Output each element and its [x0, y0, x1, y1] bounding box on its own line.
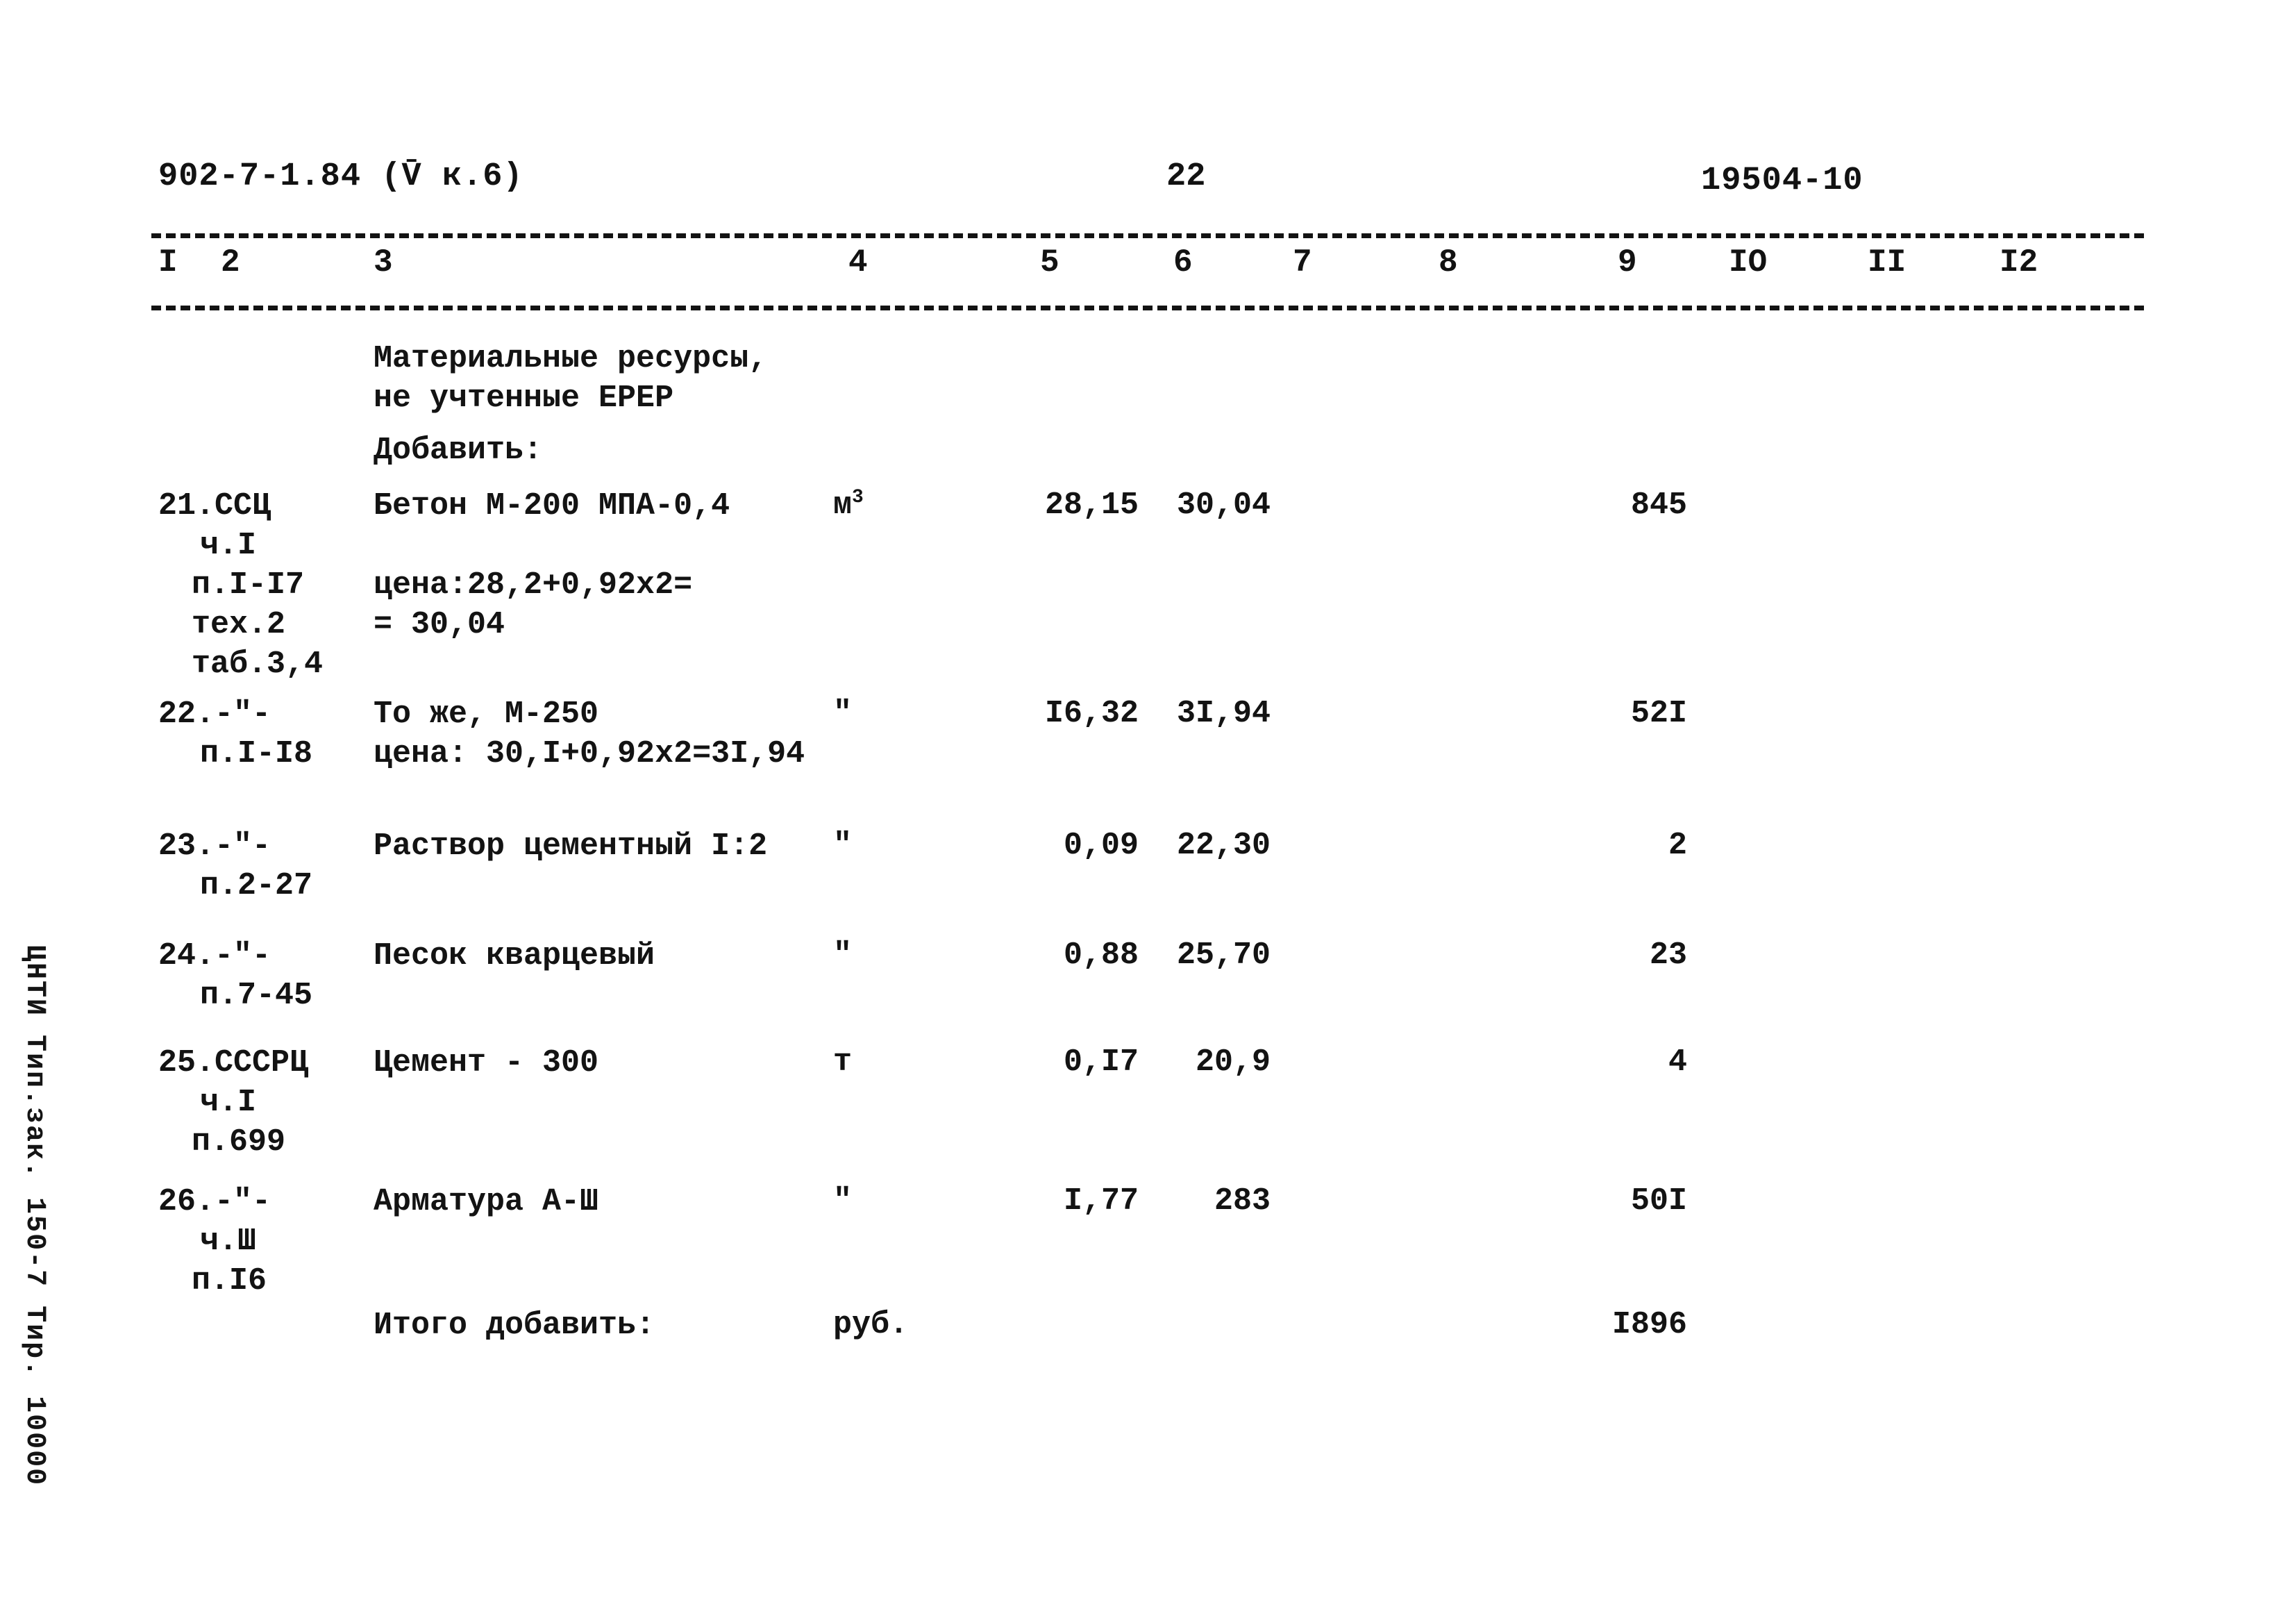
section-title-line: Материальные ресурсы, — [374, 341, 768, 376]
row-code-25-line: п.699 — [192, 1124, 286, 1160]
row-description-22-line: цена: 30,I+0,92х2=3I,94 — [374, 736, 805, 772]
row-code-26-line: 26.-"- — [158, 1184, 271, 1219]
row-description-25-line: Цемент - 300 — [374, 1045, 599, 1081]
section-subtitle: Добавить: — [374, 431, 542, 470]
row-code-26-line: п.I6 — [192, 1263, 267, 1299]
row-description-21: Бетон М-200 МПА-0,4 цена:28,2+0,92х2= = 3… — [374, 486, 730, 644]
row-code-24-line: п.7-45 — [200, 978, 313, 1013]
row-description-25: Цемент - 300 — [374, 1043, 598, 1083]
row-code-25-line: 25.СССРЦ — [158, 1045, 309, 1081]
row-description-26-line: Арматура А-Ш — [374, 1184, 599, 1219]
row-code-25-line: ч.I — [200, 1085, 257, 1120]
row-code-21: 21.ССЦ ч.I п.I-I7 тех.2 таб.3,4 — [158, 486, 323, 684]
section-title-line: не учтенные ЕРЕР — [374, 381, 674, 416]
row-unit-price-24: 25,70 — [1176, 938, 1271, 973]
row-description-24-line: Песок кварцевый — [374, 938, 655, 974]
document-page: ЦНТИ Тип.зак. 150-7 Тир. 10000 902-7-1.8… — [0, 0, 2296, 1600]
total-amount: I896 — [1611, 1307, 1687, 1342]
row-code-24: 24.-"- п.7-45 — [158, 936, 312, 1015]
row-unit-price-22: 3I,94 — [1176, 696, 1271, 731]
section-title: Материальные ресурсы, не учтенные ЕРЕР — [374, 339, 767, 418]
row-code-26: 26.-"- ч.Ш п.I6 — [158, 1182, 271, 1301]
row-unit-price-25: 20,9 — [1195, 1044, 1271, 1080]
table-body: Материальные ресурсы, не учтенные ЕРЕР Доб… — [0, 0, 2296, 1600]
row-unit-price-26: 283 — [1214, 1183, 1271, 1219]
row-unit-price-21: 30,04 — [1176, 488, 1271, 523]
row-code-25: 25.СССРЦ ч.I п.699 — [158, 1043, 308, 1162]
row-code-22: 22.-"- п.I-I8 — [158, 694, 312, 774]
row-description-23-line: Раствор цементный I:2 — [374, 828, 768, 864]
row-description-21-line: цена:28,2+0,92х2= — [374, 567, 693, 603]
row-code-21-line: тех.2 — [192, 607, 286, 642]
row-code-26-line: ч.Ш — [200, 1224, 257, 1259]
row-code-21-line: ч.I — [200, 528, 257, 563]
row-code-24-line: 24.-"- — [158, 938, 271, 974]
row-description-26: Арматура А-Ш — [374, 1182, 598, 1222]
row-total-24: 23 — [1649, 938, 1687, 973]
row-code-22-line: п.I-I8 — [200, 736, 313, 772]
row-description-24: Песок кварцевый — [374, 936, 655, 976]
row-description-21-line — [374, 526, 730, 565]
total-label: Итого добавить: — [374, 1306, 655, 1345]
row-total-26: 50I — [1630, 1183, 1687, 1219]
row-code-23-line: 23.-"- — [158, 828, 271, 864]
row-description-23: Раствор цементный I:2 — [374, 826, 767, 866]
row-code-23-line: п.2-27 — [200, 868, 313, 903]
row-total-23: 2 — [1668, 828, 1687, 863]
row-unit-price-23: 22,30 — [1176, 828, 1271, 863]
row-total-21: 845 — [1630, 488, 1687, 523]
row-total-22: 52I — [1630, 696, 1687, 731]
section-subtitle-line: Добавить: — [374, 433, 543, 468]
row-code-22-line: 22.-"- — [158, 697, 271, 732]
row-description-21-line: = 30,04 — [374, 607, 505, 642]
row-total-25: 4 — [1668, 1044, 1687, 1080]
row-code-21-line: п.I-I7 — [192, 567, 305, 603]
total-label-line: Итого добавить: — [374, 1308, 655, 1343]
total-unit: руб. — [833, 1307, 909, 1342]
row-description-21-line: Бетон М-200 МПА-0,4 — [374, 488, 730, 524]
row-code-21-line: 21.ССЦ — [158, 488, 271, 524]
row-code-21-line: таб.3,4 — [192, 647, 324, 682]
row-code-23: 23.-"- п.2-27 — [158, 826, 312, 906]
